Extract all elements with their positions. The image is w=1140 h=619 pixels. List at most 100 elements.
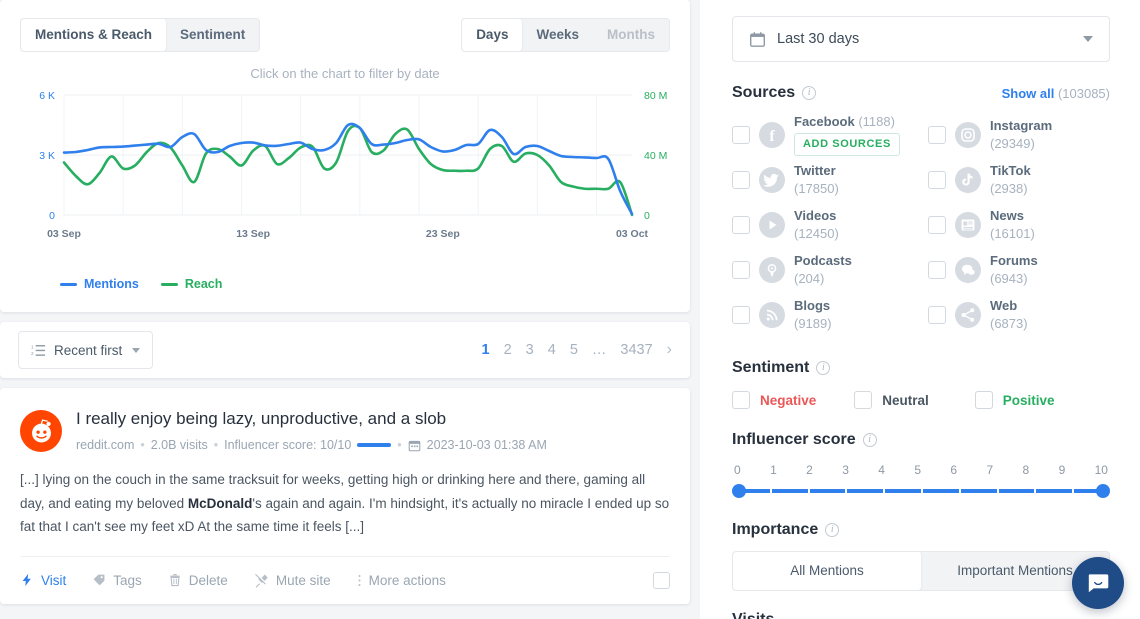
source-checkbox-blogs[interactable] — [732, 306, 750, 324]
source-label-instagram: Instagram(29349) — [990, 117, 1052, 152]
info-icon[interactable]: i — [802, 86, 816, 100]
mention-influencer-score: Influencer score: 10/10 — [224, 438, 351, 452]
sentiment-neutral[interactable]: Neutral — [854, 391, 929, 409]
date-range-label: Last 30 days — [777, 31, 859, 47]
source-item-twitter[interactable]: Twitter(17850) — [732, 157, 914, 202]
source-checkbox-forums[interactable] — [928, 261, 946, 279]
info-icon[interactable]: i — [816, 361, 830, 375]
score-tick-3: 3 — [842, 463, 849, 477]
source-name: Instagram — [990, 118, 1052, 133]
add-sources-button[interactable]: ADD SOURCES — [794, 133, 900, 156]
sentiment-positive[interactable]: Positive — [975, 391, 1055, 409]
calendar-icon — [749, 31, 766, 48]
score-tick-7: 7 — [986, 463, 993, 477]
chart-hint: Click on the chart to filter by date — [20, 66, 670, 81]
granularity-days[interactable]: Days — [462, 19, 522, 51]
source-item-forums[interactable]: Forums(6943) — [928, 247, 1110, 292]
visit-button[interactable]: Visit — [20, 573, 66, 588]
chevron-down-icon — [132, 348, 140, 353]
source-label-facebook: Facebook (1188)ADD SOURCES — [794, 113, 900, 155]
source-item-tiktok[interactable]: TikTok(2938) — [928, 157, 1110, 202]
granularity-weeks[interactable]: Weeks — [522, 19, 593, 51]
influencer-score-header: Influencer score i — [732, 431, 1110, 449]
source-label-web: Web(6873) — [990, 297, 1028, 332]
mention-select-checkbox[interactable] — [653, 572, 670, 589]
source-checkbox-facebook[interactable] — [732, 126, 750, 144]
page-5[interactable]: 5 — [570, 342, 578, 358]
page-3[interactable]: 3 — [526, 342, 534, 358]
source-checkbox-instagram[interactable] — [928, 126, 946, 144]
score-tick-0: 0 — [734, 463, 741, 477]
tab-all-mentions[interactable]: All Mentions — [733, 552, 921, 590]
page-ellipsis[interactable]: … — [592, 342, 607, 358]
chart-plot[interactable]: 003 K40 M6 K80 M03 Sep13 Sep23 Sep03 Oct — [20, 87, 670, 257]
slider-notch — [770, 488, 772, 494]
delete-button[interactable]: Delete — [168, 573, 228, 588]
svg-text:03 Sep: 03 Sep — [47, 228, 81, 240]
score-tick-9: 9 — [1059, 463, 1066, 477]
meta-separator: • — [140, 438, 144, 452]
chat-support-button[interactable] — [1072, 557, 1124, 609]
tags-button[interactable]: Tags — [92, 573, 142, 588]
source-item-web[interactable]: Web(6873) — [928, 292, 1110, 337]
show-all-sources-link[interactable]: Show all (103085) — [1002, 86, 1110, 101]
slider-notch — [1034, 488, 1036, 494]
source-checkbox-twitter[interactable] — [732, 171, 750, 189]
source-checkbox-news[interactable] — [928, 216, 946, 234]
score-tick-10: 10 — [1095, 463, 1108, 477]
next-page-button[interactable]: › — [667, 341, 672, 359]
more-actions-button[interactable]: More actions — [357, 573, 446, 588]
source-item-news[interactable]: News(16101) — [928, 202, 1110, 247]
source-item-podcasts[interactable]: Podcasts(204) — [732, 247, 914, 292]
source-checkbox-tiktok[interactable] — [928, 171, 946, 189]
influencer-score-title: Influencer score — [732, 431, 856, 449]
info-icon[interactable]: i — [863, 433, 877, 447]
source-checkbox-videos[interactable] — [732, 216, 750, 234]
twitter-icon — [759, 167, 785, 193]
source-checkbox-web[interactable] — [928, 306, 946, 324]
mention-body: [...] lying on the couch in the same tra… — [20, 468, 670, 539]
slider-knob-max[interactable] — [1096, 484, 1110, 498]
chart-legend: Mentions Reach — [20, 277, 670, 291]
page-3437[interactable]: 3437 — [620, 342, 652, 358]
mention-title[interactable]: I really enjoy being lazy, unproductive,… — [76, 408, 670, 430]
sentiment-negative[interactable]: Negative — [732, 391, 816, 409]
legend-item-mentions[interactable]: Mentions — [60, 277, 139, 291]
chart-svg[interactable]: 003 K40 M6 K80 M03 Sep13 Sep23 Sep03 Oct — [20, 87, 680, 255]
source-name: Videos — [794, 208, 836, 223]
sort-label: Recent first — [54, 343, 122, 358]
mute-site-button[interactable]: Mute site — [254, 573, 331, 588]
sort-dropdown[interactable]: 1 2 Recent first — [18, 331, 153, 369]
sentiment-neutral-checkbox[interactable] — [854, 391, 872, 409]
mention-keyword: McDonald — [188, 496, 253, 511]
legend-swatch-reach — [161, 283, 178, 286]
info-icon[interactable]: i — [825, 523, 839, 537]
source-item-instagram[interactable]: Instagram(29349) — [928, 112, 1110, 157]
date-range-selector[interactable]: Last 30 days — [732, 16, 1110, 62]
sentiment-options: Negative Neutral Positive — [732, 391, 1110, 409]
mention-domain[interactable]: reddit.com — [76, 438, 134, 452]
kebab-icon — [357, 573, 362, 588]
more-actions-label: More actions — [369, 573, 446, 588]
tab-sentiment[interactable]: Sentiment — [166, 19, 259, 51]
source-item-facebook[interactable]: fFacebook (1188)ADD SOURCES — [732, 112, 914, 157]
chart-toolbar: Mentions & Reach Sentiment Days Weeks Mo… — [20, 18, 670, 52]
page-4[interactable]: 4 — [548, 342, 556, 358]
page-1[interactable]: 1 — [482, 342, 490, 358]
legend-item-reach[interactable]: Reach — [161, 277, 223, 291]
page-2[interactable]: 2 — [504, 342, 512, 358]
mention-meta: reddit.com • 2.0B visits • Influencer sc… — [76, 438, 670, 452]
instagram-icon — [955, 122, 981, 148]
legend-label-mentions: Mentions — [84, 277, 139, 291]
sentiment-positive-checkbox[interactable] — [975, 391, 993, 409]
influencer-score-slider[interactable] — [732, 483, 1110, 499]
svg-text:3 K: 3 K — [39, 150, 55, 162]
granularity-months[interactable]: Months — [593, 19, 669, 51]
slider-knob-min[interactable] — [732, 484, 746, 498]
sentiment-negative-checkbox[interactable] — [732, 391, 750, 409]
source-count: (204) — [794, 271, 824, 286]
source-item-blogs[interactable]: Blogs(9189) — [732, 292, 914, 337]
source-checkbox-podcasts[interactable] — [732, 261, 750, 279]
tab-mentions-reach[interactable]: Mentions & Reach — [21, 19, 166, 51]
source-item-videos[interactable]: Videos(12450) — [732, 202, 914, 247]
